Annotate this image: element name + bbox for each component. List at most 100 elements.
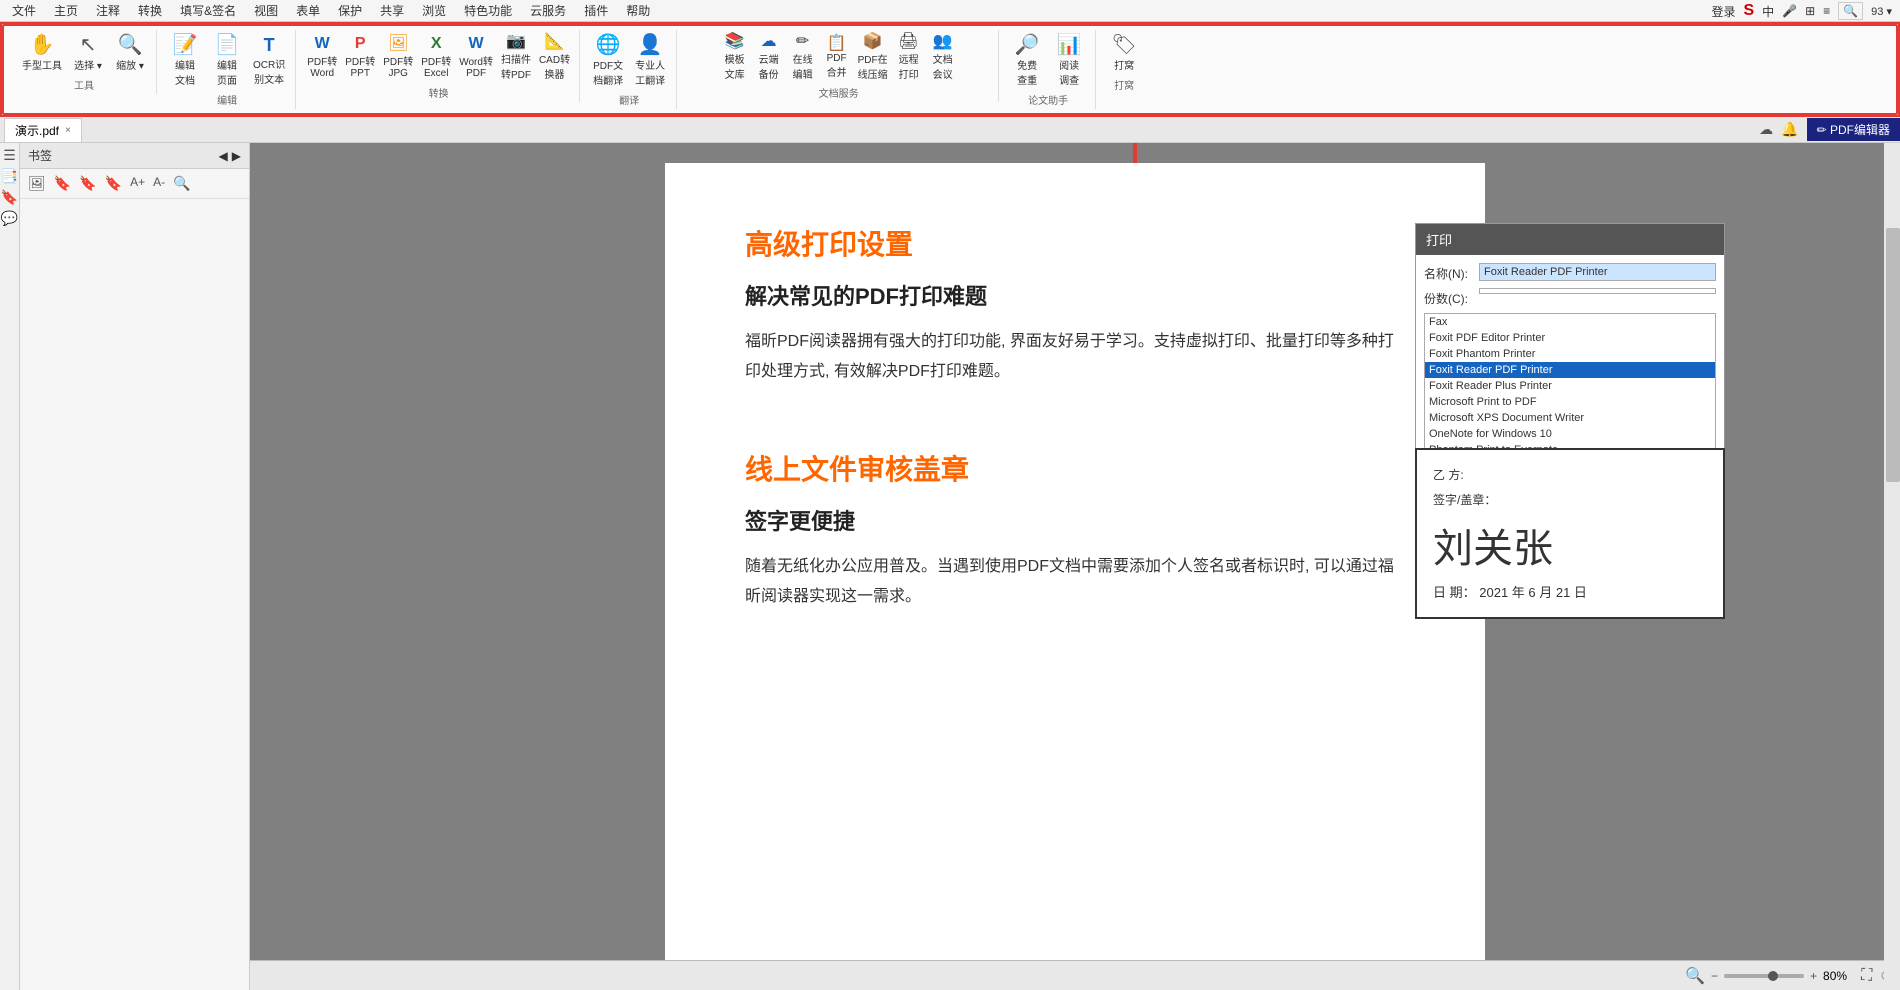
sohu-logo: S [1744,2,1755,20]
ocr-icon: T [264,36,275,54]
printer-onenote[interactable]: OneNote for Windows 10 [1425,426,1715,442]
menu-special[interactable]: 特色功能 [456,0,520,21]
zh-icon: 中 [1762,3,1774,20]
signature-box: 乙 方: 签字/盖章： 刘关张 日 期： 2021 年 6 月 21 日 [1415,448,1725,619]
pdf-compress-button[interactable]: 📦 PDF在线压缩 [855,32,891,83]
ribbon-section-paper: 🔎 免费查重 📊 阅读调查 论文助手 [1001,30,1096,109]
menu-home[interactable]: 主页 [46,0,86,21]
cad-converter-button[interactable]: 📐 CAD转换器 [536,32,573,83]
printer-foxit-reader[interactable]: Foxit Reader PDF Printer [1425,362,1715,378]
printer-ms-xps[interactable]: Microsoft XPS Document Writer [1425,410,1715,426]
panel-icon-4[interactable]: 💬 [1,210,18,227]
menu-annotation[interactable]: 注释 [88,0,128,21]
sidebar-nav-next[interactable]: ▶ [232,149,241,163]
menu-help[interactable]: 帮助 [618,0,658,21]
printer-ms-pdf[interactable]: Microsoft Print to PDF [1425,394,1715,410]
doc-services-section-label: 文档服务 [819,85,859,100]
menu-cloud[interactable]: 云服务 [522,0,574,21]
human-translate-button[interactable]: 👤 专业人工翻译 [630,32,670,90]
survey-icon: 📊 [1057,35,1082,55]
print-name-input[interactable]: Foxit Reader PDF Printer [1479,263,1716,281]
edit-doc-button[interactable]: 📝 编辑文档 [165,32,205,90]
cloud-backup-label: 云端备份 [759,51,779,81]
printer-foxit-plus[interactable]: Foxit Reader Plus Printer [1425,378,1715,394]
edit-page-button[interactable]: 📄 编辑页面 [207,32,247,90]
read-survey-button[interactable]: 📊 阅读调查 [1049,32,1089,90]
sig-date-label: 日 期： [1433,585,1476,600]
pdf-translate-button[interactable]: 🌐 PDF文档翻译 [588,32,628,90]
cad-icon: 📐 [545,34,565,50]
ocr-label: OCR识别文本 [253,56,285,86]
panel-icon-1[interactable]: ☰ [3,147,16,164]
ribbon-translate-buttons: 🌐 PDF文档翻译 👤 专业人工翻译 [588,32,670,90]
menu-convert[interactable]: 转换 [130,0,170,21]
menu-file[interactable]: 文件 [4,0,44,21]
word-to-pdf-button[interactable]: W Word转PDF [456,34,496,81]
plagiarism-button[interactable]: 🔎 免费查重 [1007,32,1047,90]
pdf-to-jpg-button[interactable]: 🖼 PDF转JPG [380,34,416,81]
sig-name: 刘关张 [1433,516,1707,574]
bottom-bar: 🔍 − + 80% ⛶ ⊘ [250,960,1900,990]
scan-to-pdf-button[interactable]: 📷 扫描件转PDF [498,32,534,83]
template-button[interactable]: 📚 模板文库 [719,32,751,83]
ribbon-tools-buttons: ✋ 手型工具 ↖ 选择 ▾ 🔍 缩放 ▾ [18,32,150,75]
cloud-backup-button[interactable]: ☁ 云端备份 [753,32,785,83]
pdf-editor-bar[interactable]: ✏ PDF编辑器 [1807,118,1900,141]
zoom-icon: 🔍 [118,35,143,55]
section1-body: 福昕PDF阅读器拥有强大的打印功能, 界面友好易于学习。支持虚拟打印、批量打印等… [745,327,1405,388]
print-copies-input[interactable] [1479,288,1716,294]
pdf-scrollbar[interactable] [1884,143,1900,990]
menu-share[interactable]: 共享 [372,0,412,21]
sidebar-nav-prev[interactable]: ◀ [219,149,228,163]
sidebar-tool-font-decrease[interactable]: A- [151,173,167,194]
search-input[interactable]: 🔍 [1838,2,1863,20]
menu-browse[interactable]: 浏览 [414,0,454,21]
menu-fill-sign[interactable]: 填写&签名 [172,0,244,21]
sidebar-header: 书签 ◀ ▶ [20,143,249,169]
panel-icon-2[interactable]: 📑 [1,168,18,185]
sidebar-tool-bookmark2[interactable]: 🔖 [77,173,98,194]
online-edit-button[interactable]: ✏ 在线编辑 [787,32,819,83]
zoom-out-button[interactable]: 🔍 [1685,966,1705,986]
top-right-area: 登录 S 中 🎤 ⊞ ≡ 🔍 93 ▾ [1711,0,1892,22]
print-row-copies: 份数(C): [1424,288,1716,307]
printer-foxit-phantom[interactable]: Foxit Phantom Printer [1425,346,1715,362]
pdf-to-ppt-button[interactable]: P PDF转PPT [342,34,378,81]
hand-tool-label: 手型工具 [22,57,62,72]
zoom-plus-icon: + [1810,969,1817,983]
sidebar-tool-font-increase[interactable]: A+ [128,173,147,194]
sidebar-tool-image[interactable]: 🖼 [26,173,48,194]
dawwo-button[interactable]: 🏷 打窝 [1104,32,1144,75]
zoom-bar: 🔍 − + 80% ⛶ [1685,966,1872,986]
printer-fax[interactable]: Fax [1425,314,1715,330]
menu-plugins[interactable]: 插件 [576,0,616,21]
panel-icon-3[interactable]: 🔖 [1,189,18,206]
fullscreen-button[interactable]: ⛶ [1861,967,1872,985]
sidebar-tool-search[interactable]: 🔍 [171,173,192,194]
section1-title: 高级打印设置 [745,223,1405,263]
pdf-merge-button[interactable]: 📋 PDF合并 [821,34,853,81]
plagiarism-label: 免费查重 [1017,57,1037,87]
doc-meeting-button[interactable]: 👥 文档会议 [927,32,959,83]
zoom-slider[interactable] [1724,974,1804,978]
menu-protect[interactable]: 保护 [330,0,370,21]
pdf-tab[interactable]: 演示.pdf × [4,118,82,142]
hand-tool-button[interactable]: ✋ 手型工具 [18,32,66,75]
tab-close-button[interactable]: × [65,125,71,136]
login-button[interactable]: 登录 [1711,3,1735,20]
select-tool-button[interactable]: ↖ 选择 ▾ [68,32,108,75]
menu-view[interactable]: 视图 [246,0,286,21]
remote-print-button[interactable]: 🖨 远程打印 [893,32,925,83]
pdf-to-excel-button[interactable]: X PDF转Excel [418,34,454,81]
ocr-button[interactable]: T OCR识别文本 [249,33,289,89]
pdf-to-word-button[interactable]: W PDF转Word [304,34,340,81]
printer-foxit-editor[interactable]: Foxit PDF Editor Printer [1425,330,1715,346]
zoom-tool-button[interactable]: 🔍 缩放 ▾ [110,32,150,75]
sidebar-tool-bookmark1[interactable]: 🔖 [52,173,73,194]
sidebar-tool-bookmark3[interactable]: 🔖 [103,173,124,194]
ribbon: ✋ 手型工具 ↖ 选择 ▾ 🔍 缩放 ▾ 工具 📝 编辑文档 [2,24,1898,115]
menu-form[interactable]: 表单 [288,0,328,21]
ribbon-container: ✋ 手型工具 ↖ 选择 ▾ 🔍 缩放 ▾ 工具 📝 编辑文档 [0,22,1900,117]
select-icon: ↖ [80,35,97,55]
dawwo-section-label: 打窝 [1114,77,1134,92]
